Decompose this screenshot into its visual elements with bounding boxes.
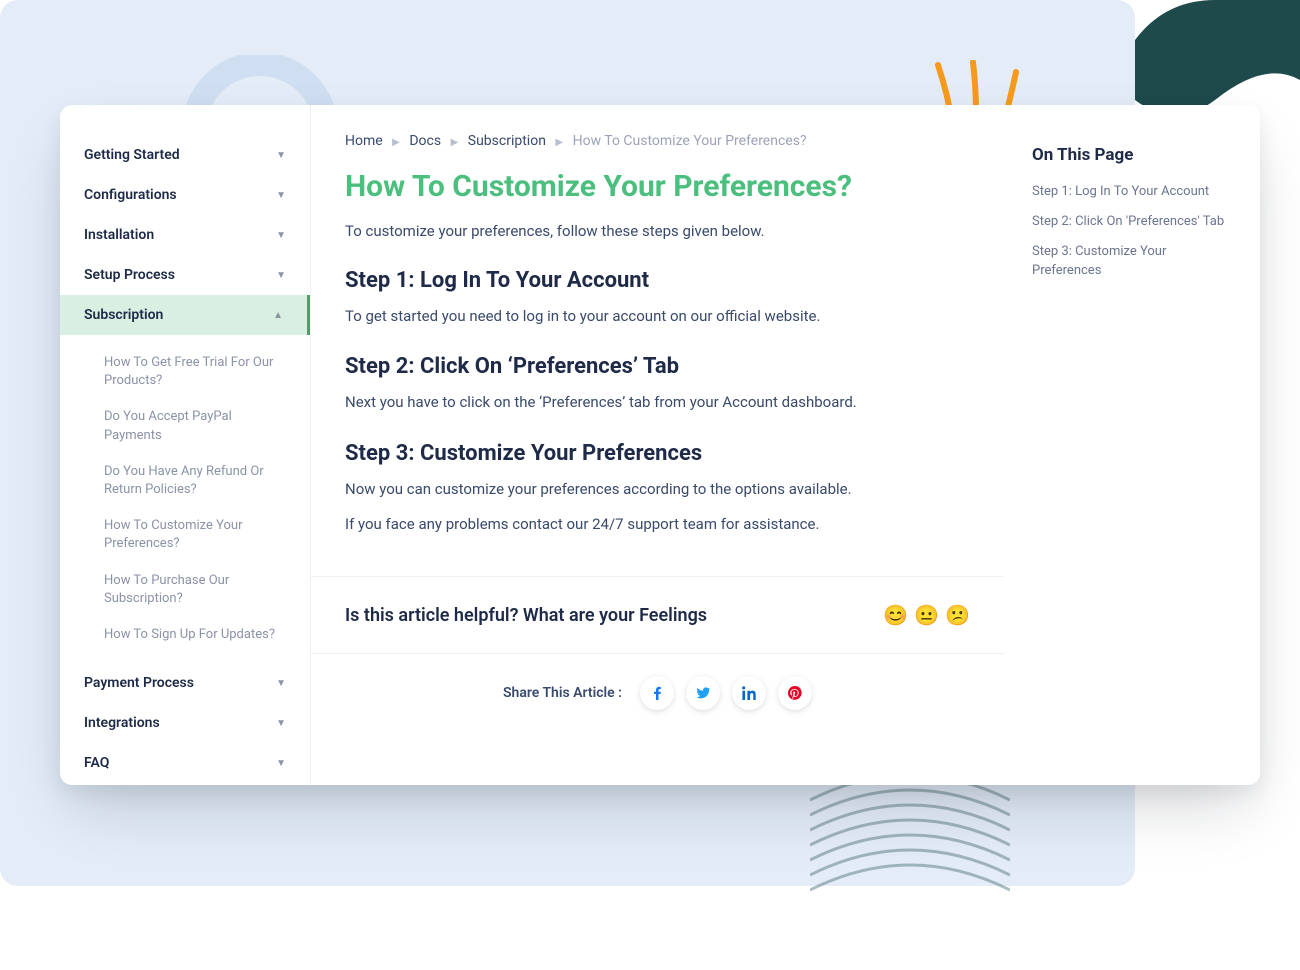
- sidebar-item-payment-process[interactable]: Payment Process ▼: [60, 663, 310, 703]
- face-neutral-icon[interactable]: 😐: [914, 603, 939, 627]
- sidebar-item-installation[interactable]: Installation ▼: [60, 215, 310, 255]
- share-twitter-button[interactable]: [686, 676, 720, 710]
- share-buttons: [640, 676, 812, 710]
- step-body: Now you can customize your preferences a…: [345, 478, 970, 501]
- chevron-down-icon: ▼: [276, 758, 286, 769]
- toc-link[interactable]: Step 2: Click On 'Preferences' Tab: [1032, 213, 1232, 231]
- article-title: How To Customize Your Preferences?: [345, 169, 970, 204]
- chevron-down-icon: ▼: [276, 150, 286, 161]
- step-body: To get started you need to log in to you…: [345, 305, 970, 328]
- sidebar-subitem[interactable]: Do You Have Any Refund Or Return Policie…: [60, 454, 310, 508]
- breadcrumb-link[interactable]: Subscription: [468, 133, 546, 149]
- sidebar-item-label: Getting Started: [84, 147, 180, 163]
- chevron-down-icon: ▼: [276, 678, 286, 689]
- chevron-up-icon: ▲: [273, 310, 283, 321]
- face-sad-icon[interactable]: 😕: [945, 603, 970, 627]
- sidebar-item-label: Setup Process: [84, 267, 175, 283]
- sidebar-subitem[interactable]: How To Sign Up For Updates?: [60, 617, 310, 653]
- share-bar: Share This Article :: [311, 653, 1004, 736]
- share-facebook-button[interactable]: [640, 676, 674, 710]
- share-label: Share This Article :: [503, 685, 622, 701]
- chevron-down-icon: ▼: [276, 270, 286, 281]
- twitter-icon: [696, 686, 710, 700]
- chevron-right-icon: ▶: [451, 137, 459, 148]
- feedback-question: Is this article helpful? What are your F…: [345, 605, 707, 626]
- article-main: Home ▶ Docs ▶ Subscription ▶ How To Cust…: [311, 105, 1004, 785]
- sidebar-item-label: Payment Process: [84, 675, 194, 691]
- toc-link[interactable]: Step 1: Log In To Your Account: [1032, 183, 1232, 201]
- sidebar-subitem[interactable]: Do You Accept PayPal Payments: [60, 399, 310, 453]
- sidebar-sublist: How To Get Free Trial For Our Products? …: [60, 335, 310, 663]
- feedback-bar: Is this article helpful? What are your F…: [311, 576, 1004, 653]
- share-pinterest-button[interactable]: [778, 676, 812, 710]
- step-body: Next you have to click on the ‘Preferenc…: [345, 391, 970, 414]
- article-closing: If you face any problems contact our 24/…: [345, 513, 970, 536]
- chevron-right-icon: ▶: [392, 137, 400, 148]
- breadcrumb-link[interactable]: Home: [345, 133, 383, 149]
- on-this-page-panel: On This Page Step 1: Log In To Your Acco…: [1004, 105, 1260, 785]
- sidebar-subitem[interactable]: How To Customize Your Preferences?: [60, 508, 310, 562]
- step-heading: Step 2: Click On ‘Preferences’ Tab: [345, 354, 970, 379]
- breadcrumb-link[interactable]: Docs: [409, 133, 441, 149]
- sidebar-item-label: Configurations: [84, 187, 177, 203]
- toc-link[interactable]: Step 3: Customize Your Preferences: [1032, 243, 1232, 279]
- sidebar-subitem[interactable]: How To Get Free Trial For Our Products?: [60, 345, 310, 399]
- step-heading: Step 1: Log In To Your Account: [345, 268, 970, 293]
- breadcrumb-current: How To Customize Your Preferences?: [573, 133, 807, 149]
- face-happy-icon[interactable]: 😊: [883, 603, 908, 627]
- docs-card: Getting Started ▼ Configurations ▼ Insta…: [60, 105, 1260, 785]
- chevron-down-icon: ▼: [276, 718, 286, 729]
- breadcrumb: Home ▶ Docs ▶ Subscription ▶ How To Cust…: [345, 133, 970, 149]
- article-intro: To customize your preferences, follow th…: [345, 222, 970, 240]
- chevron-right-icon: ▶: [555, 137, 563, 148]
- sidebar-item-configurations[interactable]: Configurations ▼: [60, 175, 310, 215]
- chevron-down-icon: ▼: [276, 230, 286, 241]
- pinterest-icon: [788, 686, 802, 700]
- sidebar-item-label: FAQ: [84, 755, 109, 771]
- chevron-down-icon: ▼: [276, 190, 286, 201]
- sidebar-item-integrations[interactable]: Integrations ▼: [60, 703, 310, 743]
- step-heading: Step 3: Customize Your Preferences: [345, 441, 970, 466]
- facebook-icon: [650, 686, 664, 700]
- sidebar-item-label: Integrations: [84, 715, 160, 731]
- sidebar-item-getting-started[interactable]: Getting Started ▼: [60, 135, 310, 175]
- sidebar-subitem[interactable]: How To Purchase Our Subscription?: [60, 563, 310, 617]
- sidebar-item-subscription[interactable]: Subscription ▲: [60, 295, 310, 335]
- sidebar-item-faq[interactable]: FAQ ▼: [60, 743, 310, 783]
- linkedin-icon: [742, 686, 756, 700]
- sidebar-item-setup-process[interactable]: Setup Process ▼: [60, 255, 310, 295]
- sidebar-item-label: Subscription: [84, 307, 163, 323]
- share-linkedin-button[interactable]: [732, 676, 766, 710]
- feedback-faces: 😊 😐 😕: [883, 603, 970, 627]
- toc-title: On This Page: [1032, 145, 1232, 165]
- sidebar: Getting Started ▼ Configurations ▼ Insta…: [60, 105, 311, 785]
- sidebar-item-label: Installation: [84, 227, 154, 243]
